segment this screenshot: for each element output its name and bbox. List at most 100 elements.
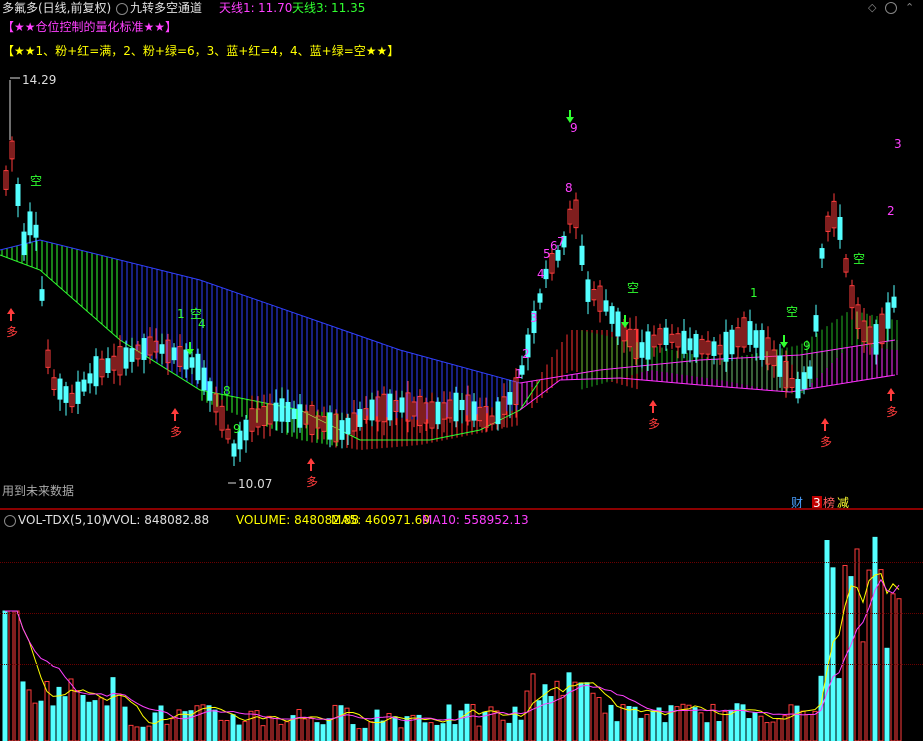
candle-down	[885, 302, 891, 329]
candle-down	[285, 401, 291, 423]
volume-menu-icon[interactable]	[4, 515, 16, 527]
candle-down	[327, 412, 333, 440]
volume-bar-down	[122, 706, 128, 741]
volume-bar-up	[488, 706, 494, 741]
title-bar: 多氟多(日线,前复权) 九转多空通道 天线1: 11.70 天线3: 11.35…	[0, 0, 923, 16]
candle-down	[189, 357, 195, 368]
volume-gridline	[0, 562, 923, 563]
volume-bar-down	[626, 706, 632, 741]
candle-down	[57, 378, 63, 400]
volume-bar-up	[356, 728, 362, 741]
line3-value: 11.35	[331, 1, 366, 15]
long-signal-label: 多	[820, 435, 832, 449]
indicator-name[interactable]: 九转多空通道	[130, 1, 202, 15]
red-up-arrow-icon	[887, 388, 895, 401]
candle-down	[399, 397, 405, 413]
volume-bar-up	[812, 710, 818, 741]
volume-bar-up	[590, 692, 596, 741]
volume-bar-down	[614, 721, 620, 741]
candle-down	[369, 399, 375, 421]
volume-bar-up	[308, 717, 314, 741]
short-signal-label: 空	[786, 305, 798, 319]
volume-bar-up	[170, 718, 176, 741]
volume-bar-up	[134, 726, 140, 741]
diamond-icon[interactable]: ◇	[868, 1, 876, 14]
volume-bar-down	[584, 682, 590, 741]
volume-bar-up	[302, 718, 308, 741]
volume-bar-down	[182, 711, 188, 741]
count-label: 4	[198, 317, 206, 331]
volume-bar-down	[650, 710, 656, 741]
count-label: 9	[570, 121, 578, 135]
volume-gridline	[0, 613, 923, 614]
volume-bar-up	[266, 715, 272, 741]
volume-bar-down	[380, 720, 386, 741]
candle-down	[753, 330, 759, 348]
candle-down	[243, 419, 249, 441]
candle-down	[159, 344, 165, 354]
ma5-value: MA5: 460971.69	[331, 513, 430, 527]
volume-bar-up	[260, 725, 266, 741]
volume-bar-up	[68, 678, 74, 741]
volume-bar-down	[374, 709, 380, 741]
future-data-note: 用到未来数据	[2, 484, 75, 498]
candle-down	[585, 279, 591, 302]
candle-down	[729, 329, 735, 355]
count-label: 8	[223, 384, 231, 398]
candle-down	[279, 398, 285, 422]
volume-bar-up	[800, 710, 806, 741]
volume-bar-up	[644, 713, 650, 741]
long-signal-label: 多	[170, 425, 182, 439]
indicator-menu-icon[interactable]	[116, 3, 128, 15]
settings-circle-icon[interactable]	[885, 2, 897, 14]
line3-label: 天线3:	[292, 1, 328, 15]
count-label: 8	[565, 181, 573, 195]
volume-bar-up	[896, 598, 902, 741]
candle-down	[39, 289, 45, 301]
volume-bar-down	[458, 710, 464, 741]
ma10-line	[5, 578, 900, 722]
volume-bar-up	[218, 719, 224, 741]
volume-bar-up	[386, 713, 392, 741]
count-label: 1	[750, 286, 758, 300]
count-label: 1	[515, 367, 523, 381]
volume-bar-down	[80, 694, 86, 741]
red-up-arrow-icon	[307, 458, 315, 471]
volume-bar-down	[830, 567, 836, 741]
candle-down	[75, 381, 81, 404]
volume-bar-down	[668, 705, 674, 741]
volume-bar-down	[362, 727, 368, 741]
volume-gridline	[0, 664, 923, 665]
candle-down	[435, 401, 441, 425]
volume-bar-up	[116, 693, 122, 741]
volume-bar-up	[398, 727, 404, 741]
candle-down	[129, 348, 135, 362]
candle-down	[471, 401, 477, 421]
long-signal-label: 多	[6, 325, 18, 339]
chart-canvas[interactable]: 多多多多多多空空空空空123456 78932148919	[0, 0, 923, 741]
candle-down	[453, 392, 459, 422]
volume-bar-down	[440, 723, 446, 741]
volume-bar-up	[596, 697, 602, 741]
count-label: 7	[557, 235, 565, 249]
candle-down	[819, 248, 825, 259]
volume-bar-up	[866, 569, 872, 741]
panel-separator[interactable]	[0, 508, 923, 510]
volume-bar-up	[8, 610, 14, 741]
volume-bar-up	[32, 702, 38, 741]
volume-bar-down	[566, 672, 572, 741]
candle-down	[813, 315, 819, 332]
volume-bar-up	[602, 712, 608, 741]
legend-line-1: 【★★仓位控制的量化标准★★】	[2, 20, 178, 34]
short-signal-label: 空	[30, 174, 42, 188]
volume-bar-up	[890, 593, 896, 741]
volume-bar-up	[758, 715, 764, 741]
volume-bar-up	[248, 710, 254, 741]
candle-down	[687, 338, 693, 351]
count-label: 2	[887, 204, 895, 218]
volume-indicator-name[interactable]: VOL-TDX(5,10)	[18, 513, 106, 527]
chevron-up-icon[interactable]: ⌃	[905, 1, 914, 14]
volume-bar-down	[884, 647, 890, 741]
candle-down	[837, 217, 843, 240]
candle-down	[663, 327, 669, 346]
